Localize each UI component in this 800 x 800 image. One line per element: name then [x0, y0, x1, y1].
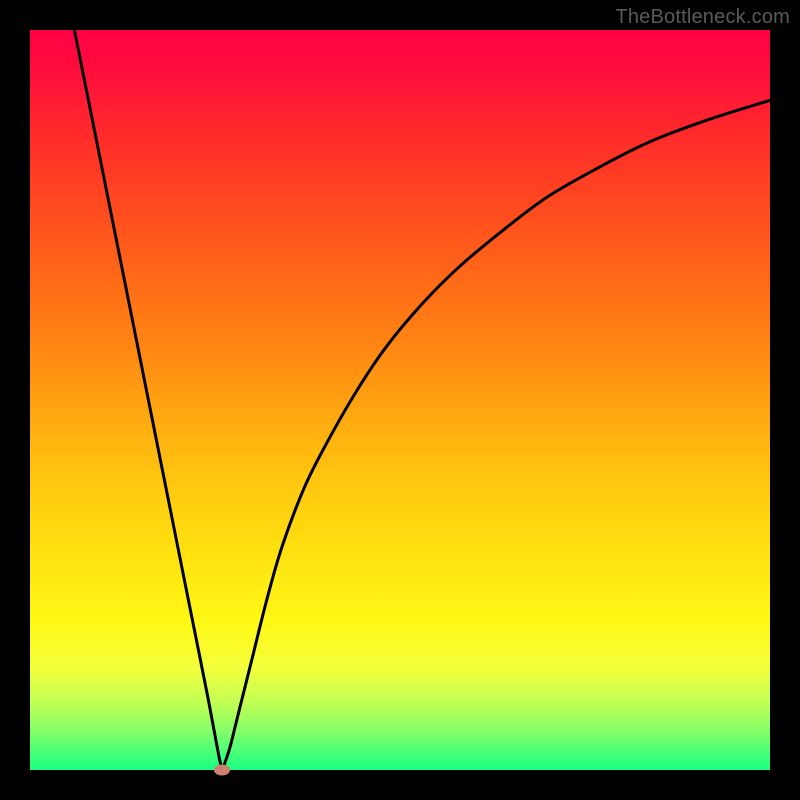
curve-path: [74, 30, 770, 772]
watermark-text: TheBottleneck.com: [615, 6, 790, 29]
bottleneck-curve: [30, 30, 770, 770]
plot-area: [30, 30, 770, 770]
minimum-marker: [214, 765, 230, 776]
chart-frame: TheBottleneck.com: [0, 0, 800, 800]
